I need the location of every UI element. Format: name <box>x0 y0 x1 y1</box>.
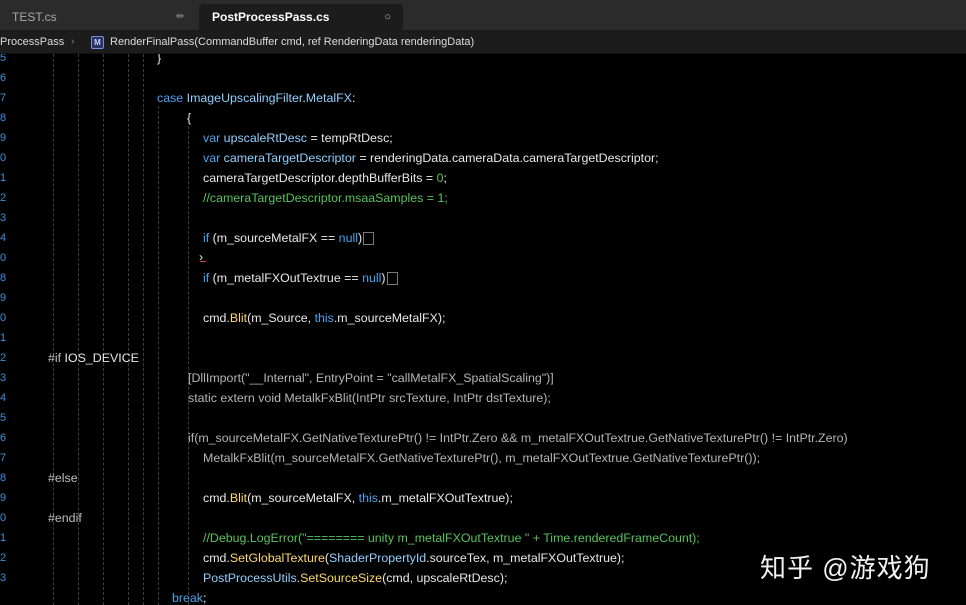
line-number: 8 <box>0 472 7 484</box>
line-number: 3 <box>0 212 7 224</box>
tab-bar: TEST.cs ⇹ PostProcessPass.cs ○ <box>0 0 966 31</box>
code-line: cmd.SetGlobalTexture(ShaderPropertyId.so… <box>203 551 625 565</box>
code-line: MetalkFxBlit(m_sourceMetalFX.GetNativeTe… <box>203 451 761 465</box>
code-line: static extern void MetalkFxBlit(IntPtr s… <box>188 391 551 405</box>
line-number: 8 <box>0 272 7 284</box>
line-number: 1 <box>0 172 7 184</box>
line-number: 2 <box>0 552 7 564</box>
line-number: 5 <box>0 54 7 64</box>
code-line: break; <box>172 591 207 605</box>
line-number: 3 <box>0 572 7 584</box>
code-comment: //Debug.LogError("======== unity m_metal… <box>203 531 700 545</box>
code-line: { <box>187 111 192 125</box>
line-number: 4 <box>0 232 7 244</box>
line-number: 1 <box>0 332 7 344</box>
code-line: #if IOS_DEVICE <box>48 351 139 365</box>
line-number: 7 <box>0 92 7 104</box>
pin-icon[interactable]: ⇹ <box>176 4 184 30</box>
line-number: 9 <box>0 492 7 504</box>
line-number: 2 <box>0 352 7 364</box>
indent-guide <box>128 54 129 605</box>
tab-postprocesspass-cs[interactable]: PostProcessPass.cs ○ <box>199 4 403 30</box>
line-number: 4 <box>0 392 7 404</box>
tab-test-cs[interactable]: TEST.cs ⇹ <box>0 4 198 30</box>
line-number: 6 <box>0 72 7 84</box>
code-line: #endif <box>48 511 82 525</box>
code-line: if (m_sourceMetalFX == null) <box>203 228 375 248</box>
line-number: 3 <box>0 372 7 384</box>
code-line: cmd.Blit(m_sourceMetalFX, this.m_metalFX… <box>203 491 513 505</box>
breadcrumb-class[interactable]: ProcessPass <box>0 31 64 53</box>
line-number: 9 <box>0 292 7 304</box>
close-icon[interactable]: ○ <box>384 4 391 30</box>
code-line: [DllImport("__Internal", EntryPoint = "c… <box>188 371 554 385</box>
watermark: 知乎 @游戏狗 <box>760 553 931 583</box>
code-line: cmd.Blit(m_Source, this.m_sourceMetalFX)… <box>203 311 446 325</box>
line-number: 0 <box>0 252 7 264</box>
collapsed-block-icon[interactable] <box>363 232 375 246</box>
chevron-right-icon: › <box>71 36 75 47</box>
code-line: PostProcessUtils.SetSourceSize(cmd, upsc… <box>203 571 508 585</box>
line-number: 1 <box>0 532 7 544</box>
tab-label: PostProcessPass.cs <box>212 10 330 24</box>
line-number: 0 <box>0 312 7 324</box>
line-number: 0 <box>0 512 7 524</box>
code-line: var cameraTargetDescriptor = renderingDa… <box>203 151 659 165</box>
line-number: 2 <box>0 192 7 204</box>
indent-guide <box>103 54 104 605</box>
code-line: } <box>157 54 162 65</box>
line-number: 8 <box>0 112 7 124</box>
code-line: #else <box>48 471 78 485</box>
code-line: › <box>199 250 204 264</box>
breadcrumb: ProcessPass › M RenderFinalPass(CommandB… <box>0 31 966 54</box>
indent-guide <box>158 106 159 605</box>
tab-label: TEST.cs <box>12 10 57 24</box>
breadcrumb-method[interactable]: RenderFinalPass(CommandBuffer cmd, ref R… <box>110 31 474 53</box>
code-line: case ImageUpscalingFilter.MetalFX: <box>157 91 356 105</box>
line-number: 0 <box>0 152 7 164</box>
line-number: 7 <box>0 452 7 464</box>
line-number: 6 <box>0 432 7 444</box>
line-number: 5 <box>0 412 7 424</box>
code-line: if(m_sourceMetalFX.GetNativeTexturePtr()… <box>188 431 848 445</box>
code-line: var upscaleRtDesc = tempRtDesc; <box>203 131 393 145</box>
method-icon: M <box>91 36 104 49</box>
code-comment: //cameraTargetDescriptor.msaaSamples = 1… <box>203 191 448 205</box>
line-number: 9 <box>0 132 7 144</box>
error-squiggle <box>200 259 206 262</box>
code-line: if (m_metalFXOutTextrue == null) <box>203 268 398 288</box>
code-editor[interactable]: 5 6 7 8 9 0 1 2 3 4 0 8 9 0 1 2 3 4 5 6 7 8 9 0 1 2 3 } case Image… <box>0 54 966 605</box>
collapsed-block-icon[interactable] <box>386 272 398 286</box>
indent-guide <box>188 126 189 605</box>
indent-guide <box>143 54 144 605</box>
code-line: cameraTargetDescriptor.depthBufferBits =… <box>203 171 447 185</box>
